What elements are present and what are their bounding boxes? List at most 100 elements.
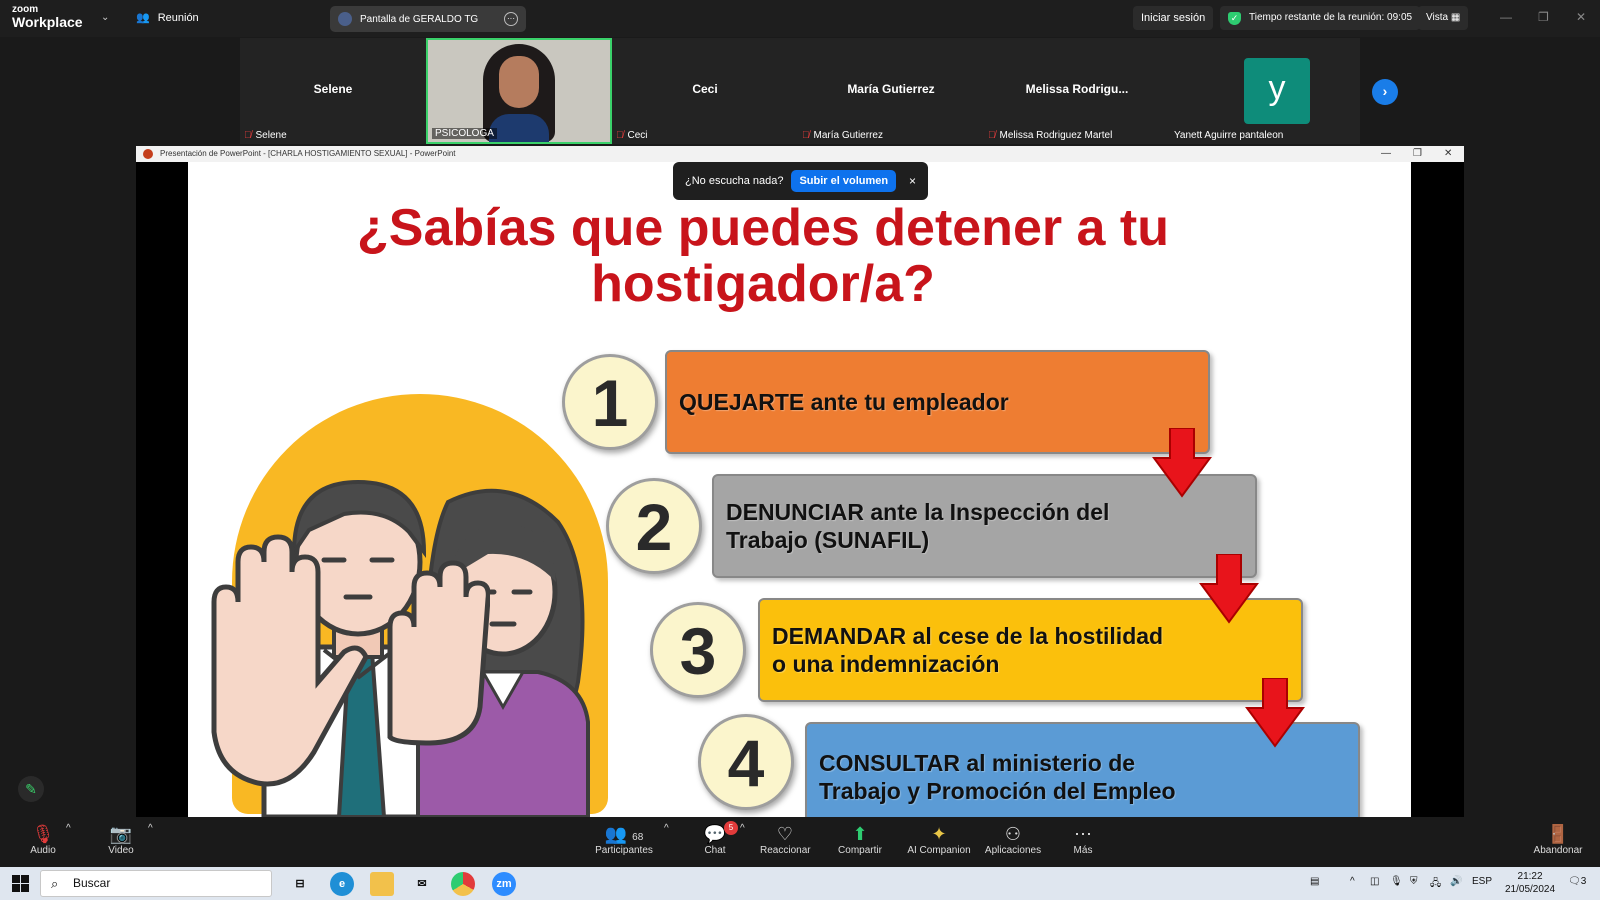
step-text: Trabajo y Promoción del Empleo bbox=[819, 778, 1176, 804]
close-toast-button[interactable]: × bbox=[909, 174, 916, 188]
participant-label: 🎙̸ María Gutierrez bbox=[802, 130, 883, 141]
react-button[interactable]: ♡ Reaccionar bbox=[760, 823, 811, 856]
search-icon: ⌕ bbox=[51, 876, 59, 891]
step-number-2: 2 bbox=[606, 478, 702, 574]
down-arrow-icon bbox=[1245, 678, 1305, 748]
meeting-label: Reunión bbox=[157, 11, 199, 24]
signin-button[interactable]: Iniciar sesión bbox=[1133, 6, 1214, 30]
ai-label: AI Companion bbox=[907, 845, 971, 856]
meeting-toolbar: 🎙 Audio ^ 📷 Video ^ 👥 68 Participantes ^… bbox=[0, 817, 1600, 867]
participant-label: 🎙̸ Melissa Rodriguez Martel bbox=[988, 130, 1112, 141]
shared-slide: ¿Sabías que puedes detener a tu hostigad… bbox=[188, 162, 1411, 817]
mic-icon[interactable]: 🎙 bbox=[1390, 876, 1403, 887]
share-label: Pantalla de GERALDO TG bbox=[360, 13, 479, 25]
leave-button[interactable]: 🚪 Abandonar bbox=[1532, 823, 1584, 856]
participants-button[interactable]: 👥 68 Participantes bbox=[592, 823, 656, 856]
minimize-icon[interactable]: — bbox=[1381, 146, 1391, 162]
chevron-down-icon[interactable]: ⌄ bbox=[101, 12, 109, 23]
powerpoint-title: Presentación de PowerPoint - [CHARLA HOS… bbox=[160, 149, 456, 158]
raise-volume-button[interactable]: Subir el volumen bbox=[791, 170, 897, 192]
participant-tile[interactable]: Melissa Rodrigu... 🎙̸ Melissa Rodriguez M… bbox=[984, 38, 1170, 144]
participant-tile[interactable]: María Gutierrez 🎙̸ María Gutierrez bbox=[798, 38, 984, 144]
minimize-icon[interactable]: — bbox=[1500, 10, 1512, 24]
search-placeholder: Buscar bbox=[73, 876, 111, 890]
participant-tile-video[interactable]: PSICOLOGA bbox=[426, 38, 612, 144]
mail-icon[interactable]: ✉ bbox=[410, 872, 434, 896]
windows-taskbar: ⌕ Buscar ⊟ e ✉ zm ▤ ^ ◫ 🎙 ⛨ 🖧 🔊 ESP 21:2… bbox=[0, 867, 1600, 900]
mic-muted-icon: 🎙̸ bbox=[988, 130, 996, 141]
participants-count: 68 bbox=[632, 832, 644, 843]
step-text: Trabajo (SUNAFIL) bbox=[726, 527, 930, 553]
chat-button[interactable]: 💬 5 Chat bbox=[700, 821, 738, 856]
notifications-icon[interactable]: 🗨3 bbox=[1568, 876, 1586, 887]
mic-muted-icon: 🎙̸ bbox=[616, 130, 624, 141]
camera-icon[interactable]: ◫ bbox=[1370, 876, 1379, 887]
participant-tile[interactable]: Selene 🎙̸ Selene bbox=[240, 38, 426, 144]
chevron-up-icon[interactable]: ^ bbox=[1350, 876, 1355, 887]
step-text: DENUNCIAR ante la Inspección del bbox=[726, 499, 1110, 525]
shield-check-icon: ✓ bbox=[1228, 11, 1241, 25]
audio-label: Audio bbox=[30, 845, 56, 856]
taskbar-clock[interactable]: 21:22 21/05/2024 bbox=[1505, 870, 1555, 896]
taskbar-search[interactable]: ⌕ Buscar bbox=[40, 870, 272, 897]
participant-label: 🎙̸ Selene bbox=[244, 130, 287, 141]
video-off-icon: 📷 bbox=[109, 824, 133, 844]
audio-button[interactable]: 🎙 Audio bbox=[28, 823, 58, 856]
down-arrow-icon bbox=[1152, 428, 1212, 498]
share-indicator[interactable]: Pantalla de GERALDO TG ··· bbox=[330, 6, 526, 32]
ai-companion-button[interactable]: ✦ AI Companion bbox=[906, 823, 972, 856]
zoom-taskbar-icon[interactable]: zm bbox=[492, 872, 516, 896]
video-button[interactable]: 📷 Video bbox=[106, 823, 136, 856]
network-icon[interactable]: 🖧 bbox=[1430, 876, 1441, 893]
chrome-icon[interactable] bbox=[451, 872, 475, 896]
close-icon[interactable]: ✕ bbox=[1576, 10, 1586, 24]
chat-label: Chat bbox=[704, 845, 726, 856]
step-text: DEMANDAR al cese de la hostilidad bbox=[772, 623, 1164, 649]
folder-icon[interactable] bbox=[370, 872, 394, 896]
slide-letterbox bbox=[1411, 162, 1464, 817]
share-button[interactable]: ⬆ Compartir bbox=[836, 823, 884, 856]
restore-icon[interactable]: ❐ bbox=[1538, 10, 1549, 24]
participants-label: Participantes bbox=[595, 845, 653, 856]
participant-tile[interactable]: Ceci 🎙̸ Ceci bbox=[612, 38, 798, 144]
windows-start-icon[interactable] bbox=[12, 875, 29, 892]
participant-label: 🎙̸ Ceci bbox=[616, 130, 648, 141]
people-icon: 👥 bbox=[136, 12, 150, 24]
participant-label-text: Yanett Aguirre pantaleon bbox=[1174, 130, 1284, 141]
step-text: QUEJARTE ante tu empleador bbox=[679, 389, 1009, 415]
close-icon[interactable]: ✕ bbox=[1444, 146, 1452, 162]
chevron-up-icon[interactable]: ^ bbox=[148, 823, 153, 834]
apps-label: Aplicaciones bbox=[984, 845, 1042, 856]
meeting-info-button[interactable]: 👥 Reunión bbox=[136, 11, 199, 25]
chevron-up-icon[interactable]: ^ bbox=[740, 823, 745, 834]
heart-icon: ♡ bbox=[776, 824, 794, 844]
step-number-3: 3 bbox=[650, 602, 746, 698]
view-button[interactable]: Vista ▦ bbox=[1418, 6, 1469, 30]
view-label: Vista bbox=[1426, 12, 1449, 23]
task-view-icon[interactable]: ⊟ bbox=[288, 872, 312, 896]
share-screen-icon: ⬆ bbox=[852, 824, 868, 844]
participant-label-text: Melissa Rodriguez Martel bbox=[999, 130, 1113, 141]
edge-icon[interactable]: e bbox=[330, 872, 354, 896]
apps-button[interactable]: ⚇ Aplicaciones bbox=[984, 823, 1042, 856]
chevron-up-icon[interactable]: ^ bbox=[66, 823, 71, 834]
step-text: CONSULTAR al ministerio de bbox=[819, 750, 1136, 776]
share-label: Compartir bbox=[838, 845, 882, 856]
annotate-pencil-icon[interactable]: ✎ bbox=[18, 776, 44, 802]
news-icon[interactable]: ▤ bbox=[1310, 876, 1319, 887]
sharer-avatar bbox=[338, 12, 352, 26]
language-indicator[interactable]: ESP bbox=[1472, 876, 1492, 887]
remaining-label: Tiempo restante de la reunión: 09:05 bbox=[1249, 12, 1413, 23]
chevron-up-icon[interactable]: ^ bbox=[664, 823, 669, 834]
audio-toast: ¿No escucha nada? Subir el volumen × bbox=[673, 162, 928, 200]
shield-icon[interactable]: ⛨ bbox=[1410, 876, 1418, 887]
powerpoint-icon bbox=[143, 149, 153, 159]
clock-time: 21:22 bbox=[1517, 871, 1543, 882]
participant-name: Selene bbox=[313, 82, 353, 96]
restore-icon[interactable]: ❐ bbox=[1413, 146, 1422, 162]
next-page-button[interactable]: › bbox=[1372, 79, 1398, 105]
more-button[interactable]: ⋯ Más bbox=[1068, 823, 1098, 856]
more-options-icon[interactable]: ··· bbox=[504, 12, 518, 26]
participant-avatar: y bbox=[1244, 58, 1310, 124]
volume-icon[interactable]: 🔊 bbox=[1450, 876, 1462, 887]
